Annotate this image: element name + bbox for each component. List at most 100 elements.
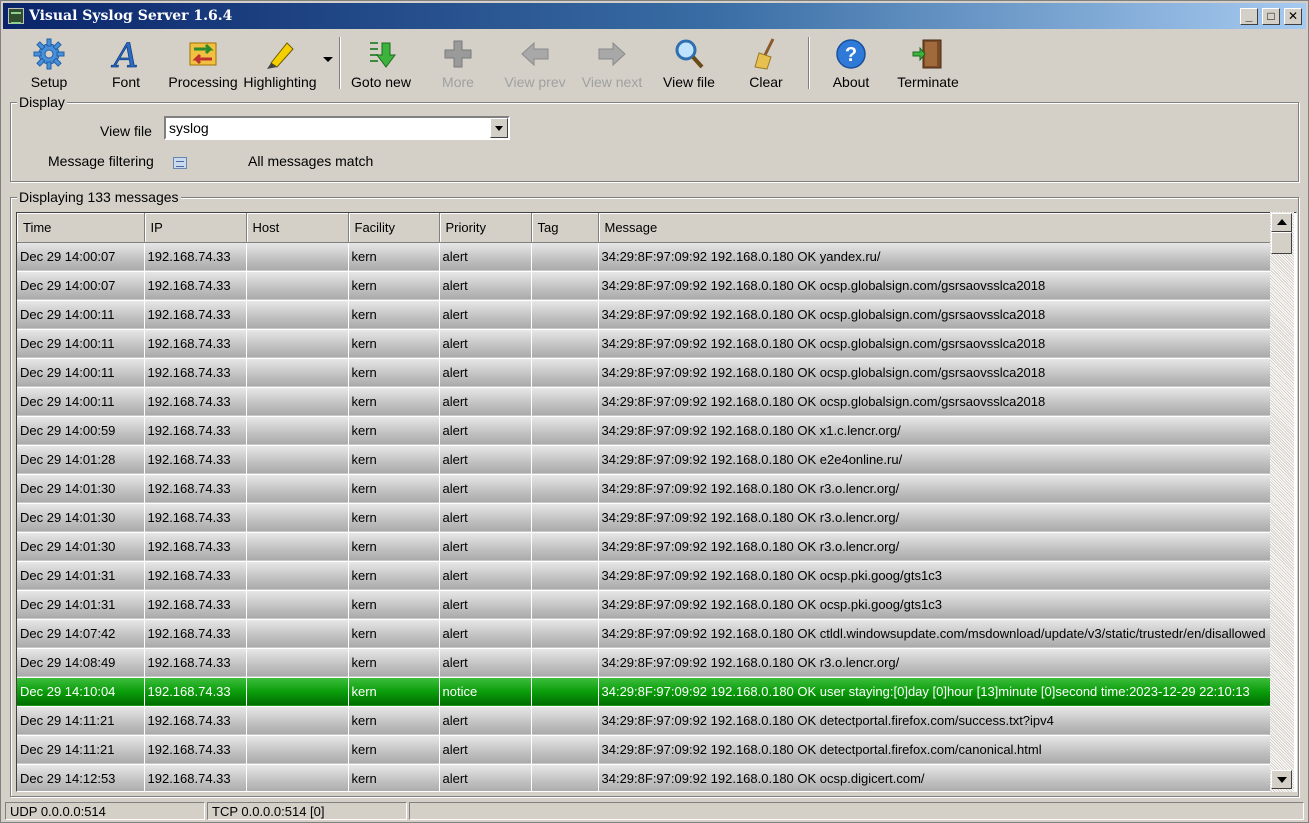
cell-tag — [531, 648, 599, 678]
column-header-tag[interactable]: Tag — [531, 213, 599, 243]
terminate-button[interactable]: Terminate — [890, 35, 966, 91]
cell-time: Dec 29 14:00:11 — [17, 358, 145, 388]
cell-ip: 192.168.74.33 — [144, 445, 247, 475]
cell-facility: kern — [348, 503, 440, 533]
terminate-label: Terminate — [897, 74, 959, 90]
font-button[interactable]: A Font — [88, 35, 164, 91]
clear-label: Clear — [749, 74, 783, 90]
about-button[interactable]: ? About — [813, 35, 889, 91]
table-row[interactable]: Dec 29 14:01:30 192.168.74.33 kern alert 34:… — [17, 474, 1271, 504]
cell-priority: alert — [439, 445, 532, 475]
chevron-down-icon[interactable] — [490, 118, 508, 138]
cell-priority: alert — [439, 300, 532, 330]
setup-button[interactable]: Setup — [11, 35, 87, 91]
table-row[interactable]: Dec 29 14:00:07 192.168.74.33 kern alert 34:… — [17, 242, 1271, 272]
font-icon: A — [110, 37, 138, 71]
table-row[interactable]: Dec 29 14:01:28 192.168.74.33 kern alert 34:… — [17, 445, 1271, 475]
app-icon[interactable] — [8, 8, 24, 24]
table-row[interactable]: Dec 29 14:00:11 192.168.74.33 kern alert 34:… — [17, 329, 1271, 359]
cell-message: 34:29:8F:97:09:92 192.168.0.180 OK yande… — [598, 242, 1271, 272]
column-header-facility[interactable]: Facility — [348, 213, 440, 243]
message-grid[interactable]: Time IP Host Facility Priority Tag Messa… — [16, 212, 1297, 792]
column-header-host[interactable]: Host — [246, 213, 349, 243]
goto-new-label: Goto new — [351, 74, 411, 90]
cell-ip: 192.168.74.33 — [144, 300, 247, 330]
processing-button[interactable]: Processing — [165, 35, 241, 91]
column-header-ip[interactable]: IP — [144, 213, 247, 243]
view-file-button[interactable]: View file — [651, 35, 727, 91]
close-button[interactable]: ✕ — [1284, 8, 1302, 25]
cell-ip: 192.168.74.33 — [144, 242, 247, 272]
table-row[interactable]: Dec 29 14:00:11 192.168.74.33 kern alert 34:… — [17, 358, 1271, 388]
table-row[interactable]: Dec 29 14:01:31 192.168.74.33 kern alert 34:… — [17, 561, 1271, 591]
column-header-priority[interactable]: Priority — [439, 213, 532, 243]
udp-status: UDP 0.0.0.0:514 — [5, 802, 205, 820]
cell-tag — [531, 271, 599, 301]
cell-time: Dec 29 14:11:21 — [17, 706, 145, 736]
table-row[interactable]: Dec 29 14:01:31 192.168.74.33 kern alert 34:… — [17, 590, 1271, 620]
highlighting-button[interactable]: Highlighting — [242, 35, 318, 91]
cell-time: Dec 29 14:00:11 — [17, 387, 145, 417]
table-row[interactable]: Dec 29 14:12:53 192.168.74.33 kern alert 34:… — [17, 764, 1271, 791]
cell-priority: alert — [439, 387, 532, 417]
view-next-button[interactable]: View next — [574, 35, 650, 91]
cell-time: Dec 29 14:01:28 — [17, 445, 145, 475]
cell-tag — [531, 532, 599, 562]
table-row[interactable]: Dec 29 14:01:30 192.168.74.33 kern alert 34:… — [17, 532, 1271, 562]
cell-message: 34:29:8F:97:09:92 192.168.0.180 OK detec… — [598, 706, 1271, 736]
table-row[interactable]: Dec 29 14:11:21 192.168.74.33 kern alert 34:… — [17, 706, 1271, 736]
cell-ip: 192.168.74.33 — [144, 387, 247, 417]
cell-host — [246, 561, 349, 591]
cell-tag — [531, 416, 599, 446]
filter-icon[interactable] — [173, 157, 187, 169]
cell-tag — [531, 358, 599, 388]
cell-priority: alert — [439, 619, 532, 649]
title-bar[interactable]: Visual Syslog Server 1.6.4 _ □ ✕ — [3, 3, 1306, 29]
cell-tag — [531, 677, 599, 707]
cell-priority: alert — [439, 503, 532, 533]
goto-new-button[interactable]: Goto new — [343, 35, 419, 91]
table-row[interactable]: Dec 29 14:00:07 192.168.74.33 kern alert 34:… — [17, 271, 1271, 301]
cell-time: Dec 29 14:10:04 — [17, 677, 145, 707]
cell-message: 34:29:8F:97:09:92 192.168.0.180 OK r3.o.… — [598, 532, 1271, 562]
column-header-message[interactable]: Message — [598, 213, 1271, 243]
cell-message: 34:29:8F:97:09:92 192.168.0.180 OK e2e4o… — [598, 445, 1271, 475]
more-button[interactable]: More — [420, 35, 496, 91]
cell-host — [246, 358, 349, 388]
view-prev-button[interactable]: View prev — [497, 35, 573, 91]
view-file-select[interactable]: syslog — [164, 116, 510, 140]
table-row[interactable]: Dec 29 14:00:11 192.168.74.33 kern alert 34:… — [17, 387, 1271, 417]
table-row[interactable]: Dec 29 14:01:30 192.168.74.33 kern alert 34:… — [17, 503, 1271, 533]
table-row[interactable]: Dec 29 14:07:42 192.168.74.33 kern alert 34:… — [17, 619, 1271, 649]
cell-message: 34:29:8F:97:09:92 192.168.0.180 OK ocsp.… — [598, 387, 1271, 417]
cell-priority: alert — [439, 271, 532, 301]
about-label: About — [832, 74, 870, 90]
column-header-time[interactable]: Time — [17, 213, 145, 243]
table-row[interactable]: Dec 29 14:00:59 192.168.74.33 kern alert 34:… — [17, 416, 1271, 446]
maximize-button[interactable]: □ — [1262, 8, 1280, 25]
table-row[interactable]: Dec 29 14:08:49 192.168.74.33 kern alert 34:… — [17, 648, 1271, 678]
cell-host — [246, 503, 349, 533]
scroll-up-button[interactable] — [1271, 213, 1292, 232]
cell-facility: kern — [348, 271, 440, 301]
table-row[interactable]: Dec 29 14:10:04 192.168.74.33 kern notice 34… — [17, 677, 1271, 707]
cell-message: 34:29:8F:97:09:92 192.168.0.180 OK ctldl… — [598, 619, 1271, 649]
cell-time: Dec 29 14:07:42 — [17, 619, 145, 649]
cell-facility: kern — [348, 445, 440, 475]
cell-facility: kern — [348, 358, 440, 388]
scroll-down-button[interactable] — [1271, 770, 1292, 789]
view-next-label: View next — [581, 74, 643, 90]
cell-facility: kern — [348, 648, 440, 678]
clear-button[interactable]: Clear — [728, 35, 804, 91]
cell-facility: kern — [348, 242, 440, 272]
cell-priority: notice — [439, 677, 532, 707]
scroll-thumb[interactable] — [1271, 232, 1292, 254]
table-row[interactable]: Dec 29 14:11:21 192.168.74.33 kern alert 34:… — [17, 735, 1271, 765]
cell-time: Dec 29 14:11:21 — [17, 735, 145, 765]
minimize-button[interactable]: _ — [1240, 8, 1258, 25]
svg-text:?: ? — [845, 44, 857, 66]
table-row[interactable]: Dec 29 14:00:11 192.168.74.33 kern alert 34:… — [17, 300, 1271, 330]
highlighting-dropdown-arrow[interactable] — [323, 57, 333, 62]
toolbar-separator — [808, 37, 810, 89]
vertical-scrollbar[interactable] — [1270, 212, 1294, 792]
